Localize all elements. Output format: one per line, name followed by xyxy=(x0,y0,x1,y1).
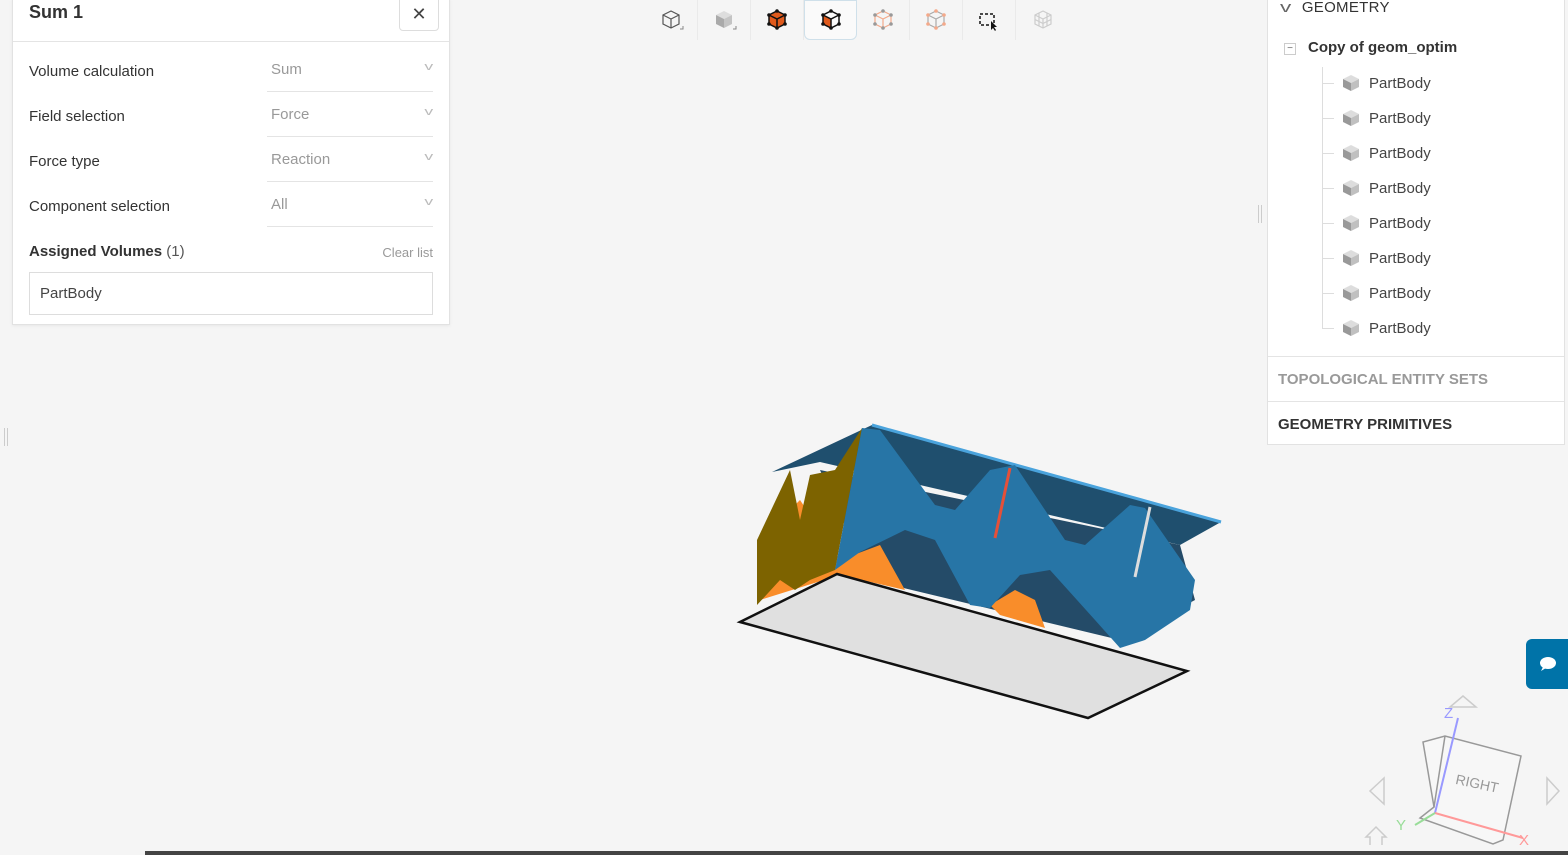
tree-item-partbody[interactable]: PartBody xyxy=(1322,103,1431,133)
bottom-bar xyxy=(145,851,1568,855)
view-cube[interactable]: RIGHT Z X Y xyxy=(1360,690,1568,855)
rotate-up-icon[interactable] xyxy=(1447,695,1479,708)
part-body-icon xyxy=(1343,75,1359,91)
collapse-icon[interactable]: − xyxy=(1284,43,1296,55)
rotate-left-icon[interactable] xyxy=(1368,776,1385,806)
part-body-icon xyxy=(1343,180,1359,196)
tree-item-partbody[interactable]: PartBody xyxy=(1322,243,1431,273)
geometry-section-header[interactable]: v GEOMETRY xyxy=(1280,0,1390,16)
topological-entity-sets-section[interactable]: TOPOLOGICAL ENTITY SETS xyxy=(1268,356,1564,401)
tree-item-partbody[interactable]: PartBody xyxy=(1322,68,1431,98)
root-label: Copy of geom_optim xyxy=(1308,39,1458,56)
geometry-tree-panel: v GEOMETRY − Copy of geom_optim PartBody Pa… xyxy=(1267,0,1565,445)
tree-item-label: PartBody xyxy=(1369,319,1431,337)
tree-root[interactable]: − Copy of geom_optim xyxy=(1284,39,1457,56)
part-body-icon xyxy=(1343,285,1359,301)
tree-item-label: PartBody xyxy=(1369,74,1431,92)
part-body-icon xyxy=(1343,110,1359,126)
tree-item-partbody[interactable]: PartBody xyxy=(1322,313,1431,343)
x-axis-label: X xyxy=(1519,832,1529,849)
tree-item-partbody[interactable]: PartBody xyxy=(1322,138,1431,168)
tree-item-partbody[interactable]: PartBody xyxy=(1322,278,1431,308)
z-axis-label: Z xyxy=(1444,705,1453,722)
part-body-icon xyxy=(1343,215,1359,231)
part-body-icon xyxy=(1343,320,1359,336)
tree-item-partbody[interactable]: PartBody xyxy=(1322,208,1431,238)
chat-button[interactable] xyxy=(1526,639,1568,689)
part-body-icon xyxy=(1343,145,1359,161)
y-axis-label: Y xyxy=(1396,817,1406,834)
geometry-primitives-section[interactable]: GEOMETRY PRIMITIVES xyxy=(1268,401,1564,446)
tree-item-label: PartBody xyxy=(1369,179,1431,197)
tree-item-label: PartBody xyxy=(1369,284,1431,302)
rotate-right-icon[interactable] xyxy=(1546,776,1561,806)
tree-item-label: PartBody xyxy=(1369,144,1431,162)
tree-item-label: PartBody xyxy=(1369,214,1431,232)
tree-item-label: PartBody xyxy=(1369,249,1431,267)
section-title: GEOMETRY xyxy=(1301,0,1390,16)
chevron-down-icon: v xyxy=(1280,0,1292,16)
rotate-down-icon[interactable] xyxy=(1364,825,1388,845)
part-body-icon xyxy=(1343,250,1359,266)
tree-item-partbody[interactable]: PartBody xyxy=(1322,173,1431,203)
chat-icon xyxy=(1540,657,1556,671)
tree-item-label: PartBody xyxy=(1369,109,1431,127)
